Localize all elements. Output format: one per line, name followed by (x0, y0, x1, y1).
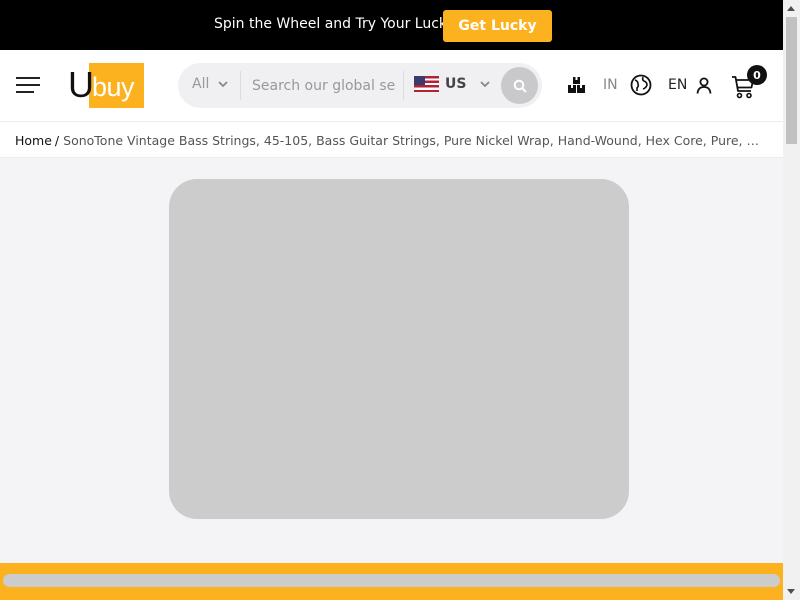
breadcrumb-current: SonoTone Vintage Bass Strings, 45-105, B… (63, 133, 767, 148)
page: Spin the Wheel and Try Your Luck Get Luc… (0, 0, 800, 600)
bottom-loading-bar (0, 563, 783, 600)
breadcrumb: Home / SonoTone Vintage Bass Strings, 45-1… (0, 121, 783, 158)
us-flag-icon (414, 76, 439, 92)
search-bar: All US (178, 63, 542, 108)
product-main (0, 158, 783, 563)
product-image-placeholder (169, 179, 629, 519)
breadcrumb-separator: / (54, 133, 60, 148)
promo-banner: Spin the Wheel and Try Your Luck Get Luc… (0, 0, 783, 50)
search-button[interactable] (501, 67, 538, 104)
language-label: EN (668, 77, 688, 93)
user-icon[interactable] (696, 77, 712, 98)
cart-count-badge: 0 (747, 65, 767, 85)
hamburger-menu-icon[interactable] (16, 77, 40, 94)
logo-letter-u: U (68, 64, 94, 105)
logo-text-buy: buy (92, 72, 135, 102)
country-select-value: US (445, 76, 467, 92)
page-scrollbar[interactable] (783, 0, 800, 600)
ship-to-country: IN (603, 77, 618, 93)
search-input[interactable] (250, 74, 402, 98)
scroll-thumb[interactable] (786, 17, 797, 144)
shipping-boxes-icon (568, 77, 585, 93)
scroll-up-arrow-icon[interactable] (787, 6, 795, 11)
get-lucky-button[interactable]: Get Lucky (443, 10, 552, 42)
ship-to-selector[interactable]: IN (567, 76, 618, 94)
breadcrumb-home-link[interactable]: Home (15, 133, 52, 148)
site-header: U buy All US (0, 50, 783, 121)
search-divider (403, 71, 404, 100)
chevron-down-icon (480, 80, 491, 87)
chevron-down-icon (218, 80, 228, 87)
search-divider (240, 71, 241, 100)
globe-icon (630, 74, 652, 96)
category-select-value: All (192, 76, 210, 92)
search-icon (513, 79, 526, 92)
bottom-bar-placeholder (3, 574, 780, 587)
ubuy-logo[interactable]: U buy (68, 63, 144, 109)
cart-button[interactable]: 0 (731, 65, 767, 99)
scroll-down-arrow-icon[interactable] (787, 589, 795, 594)
language-selector[interactable]: EN (630, 74, 687, 96)
promo-text: Spin the Wheel and Try Your Luck (214, 16, 448, 32)
category-select[interactable]: All (192, 76, 228, 92)
country-select[interactable]: US (414, 76, 491, 92)
